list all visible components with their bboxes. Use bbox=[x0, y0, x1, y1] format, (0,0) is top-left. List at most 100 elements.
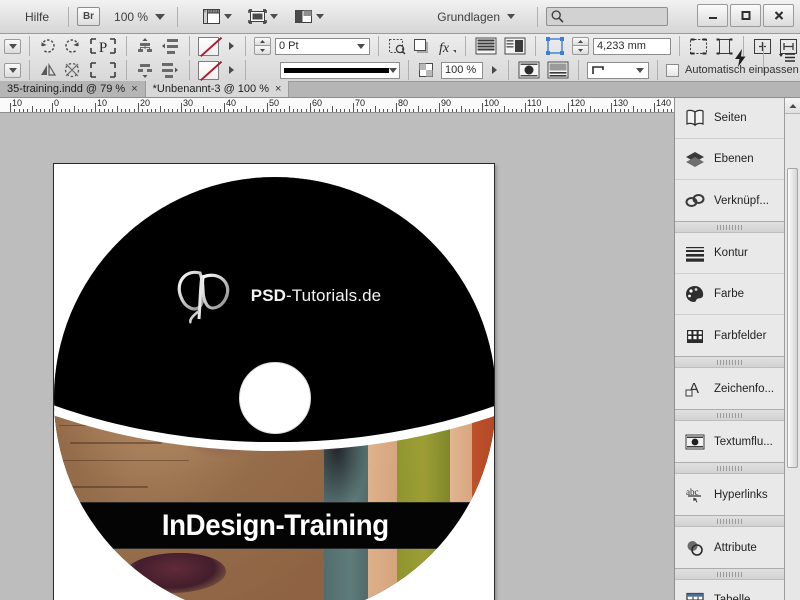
dock-item-kontur[interactable]: Kontur bbox=[675, 233, 784, 274]
search-input[interactable] bbox=[565, 10, 665, 23]
dock-item-label: Textumflu... bbox=[714, 435, 773, 448]
rotate-ccw-icon[interactable] bbox=[62, 36, 82, 56]
svg-text:fx: fx bbox=[439, 41, 450, 56]
scroll-up-button[interactable] bbox=[785, 98, 800, 114]
fit-content-proportionally-icon[interactable] bbox=[474, 36, 498, 56]
dock-item-label: Farbe bbox=[714, 288, 745, 300]
minimize-button[interactable] bbox=[697, 4, 728, 27]
drop-shadow-icon[interactable] bbox=[412, 37, 432, 56]
close-icon[interactable]: × bbox=[275, 83, 281, 95]
dock-item-label: Seiten bbox=[714, 112, 747, 124]
dock-item-farbfelder[interactable]: Farbfelder bbox=[675, 315, 784, 356]
text-wrap-around-object-icon[interactable] bbox=[517, 60, 541, 80]
scrollbar-thumb[interactable] bbox=[787, 168, 798, 468]
align-right-icon[interactable] bbox=[159, 60, 181, 80]
screen-mode-button[interactable] bbox=[202, 8, 233, 25]
document-page[interactable]: PSD-Tutorials.de InDesign-Training bbox=[53, 163, 495, 600]
corner-radius-decrement[interactable] bbox=[572, 46, 589, 55]
ruler-minor-tick bbox=[99, 109, 101, 112]
cd-label-artwork[interactable]: PSD-Tutorials.de InDesign-Training bbox=[54, 177, 494, 600]
maximize-button[interactable] bbox=[730, 4, 761, 27]
close-icon[interactable]: × bbox=[131, 83, 137, 95]
vertical-scrollbar[interactable] bbox=[784, 98, 800, 600]
panel-group-grip[interactable] bbox=[675, 222, 784, 233]
opacity-field[interactable]: 100 % bbox=[441, 61, 483, 79]
dock-item-tabelle[interactable]: Tabelle bbox=[675, 580, 784, 600]
stroke-weight-field[interactable]: 0 Pt bbox=[275, 37, 370, 55]
reference-point-dropdown[interactable] bbox=[4, 38, 21, 54]
object-frame-icon[interactable]: P bbox=[88, 35, 118, 57]
corner-shape-dropdown[interactable] bbox=[587, 61, 649, 79]
close-button[interactable] bbox=[763, 4, 794, 27]
stroke-swatch-none[interactable] bbox=[198, 60, 219, 80]
fill-options-arrow-icon[interactable] bbox=[225, 40, 237, 52]
flip-horizontal-icon[interactable] bbox=[38, 60, 58, 80]
ruler-minor-tick bbox=[245, 106, 247, 112]
panel-group-grip[interactable] bbox=[675, 516, 784, 527]
zoom-level-dropdown[interactable]: 100 % bbox=[114, 10, 166, 24]
chevron-down-icon[interactable] bbox=[507, 14, 515, 19]
fit-frame-to-content-icon[interactable] bbox=[503, 36, 527, 56]
stroke-weight-increment[interactable] bbox=[254, 37, 271, 46]
corner-radius-increment[interactable] bbox=[572, 37, 589, 46]
panel-menu-icon[interactable] bbox=[778, 51, 796, 65]
effects-transparency-icon[interactable] bbox=[387, 37, 407, 56]
ruler-minor-tick bbox=[112, 109, 114, 112]
arrange-documents-button[interactable] bbox=[294, 8, 325, 25]
dock-item-seiten[interactable]: Seiten bbox=[675, 98, 784, 139]
rotate-cw-icon[interactable] bbox=[38, 36, 58, 56]
links-icon bbox=[683, 191, 707, 211]
document-tab-35-training[interactable]: 35-training.indd @ 79 % × bbox=[0, 81, 146, 97]
panel-group-grip[interactable] bbox=[675, 357, 784, 368]
fit-content-to-frame-icon[interactable] bbox=[688, 37, 709, 56]
search-box[interactable] bbox=[546, 7, 668, 26]
ruler-minor-tick bbox=[546, 106, 548, 112]
stroke-weight-decrement[interactable] bbox=[254, 46, 271, 55]
chevron-down-icon bbox=[260, 48, 265, 52]
panel-group-grip[interactable] bbox=[675, 569, 784, 580]
dock-item-ebenen[interactable]: Ebenen bbox=[675, 139, 784, 180]
corner-radius-field[interactable]: 4,233 mm bbox=[593, 37, 671, 55]
dock-item-hyperlinks[interactable]: abc Hyperlinks bbox=[675, 474, 784, 515]
stroke-style-dropdown[interactable] bbox=[280, 61, 400, 79]
corner-options-icon[interactable] bbox=[544, 36, 566, 56]
dock-item-textumflu[interactable]: Textumflu... bbox=[675, 421, 784, 462]
panel-group-grip[interactable] bbox=[675, 410, 784, 421]
workspace-label[interactable]: Grundlagen bbox=[437, 10, 500, 24]
document-tab-unbenannt-3[interactable]: *Unbenannt-3 @ 100 % × bbox=[145, 81, 290, 97]
fx-icon[interactable]: fx bbox=[437, 37, 457, 56]
ruler-minor-tick bbox=[64, 109, 66, 112]
dock-item-verkn-pf[interactable]: Verknüpf... bbox=[675, 180, 784, 221]
align-left-icon[interactable] bbox=[159, 36, 181, 56]
maximize-icon bbox=[741, 11, 750, 20]
opacity-options-arrow-icon[interactable] bbox=[488, 64, 500, 76]
auto-fit-checkbox[interactable] bbox=[666, 63, 679, 77]
ruler-minor-tick bbox=[150, 109, 152, 112]
view-options-button[interactable] bbox=[248, 8, 279, 25]
color-palette-icon bbox=[683, 284, 707, 304]
object-frame-secondary-icon[interactable] bbox=[88, 59, 118, 81]
ruler-minor-tick bbox=[77, 109, 79, 112]
ruler-minor-tick bbox=[228, 109, 230, 112]
dock-item-farbe[interactable]: Farbe bbox=[675, 274, 784, 315]
menu-help[interactable]: Hilfe bbox=[14, 6, 60, 28]
stroke-options-arrow-icon[interactable] bbox=[225, 64, 237, 76]
horizontal-ruler[interactable]: 10 0 10 20 30 40 50 60 70 80 90 100 110 120 130 140 bbox=[0, 98, 690, 113]
flip-vertical-icon[interactable] bbox=[62, 60, 82, 80]
dock-item-zeichenfo[interactable]: A Zeichenfo... bbox=[675, 368, 784, 409]
canvas-area[interactable]: PSD-Tutorials.de InDesign-Training bbox=[0, 113, 674, 600]
align-top-icon[interactable] bbox=[135, 36, 155, 56]
panel-group-grip[interactable] bbox=[675, 463, 784, 474]
dock-item-attribute[interactable]: Attribute bbox=[675, 527, 784, 568]
transparency-grid-icon[interactable] bbox=[417, 61, 436, 79]
opacity-value: 100 % bbox=[445, 64, 477, 76]
lightning-icon[interactable] bbox=[731, 47, 749, 69]
fill-swatch-none[interactable] bbox=[198, 36, 219, 56]
align-bottom-icon[interactable] bbox=[135, 60, 155, 80]
ruler-tick-label: 20 bbox=[140, 98, 151, 108]
text-wrap-below-icon[interactable] bbox=[546, 60, 570, 80]
reference-point-secondary-dropdown[interactable] bbox=[4, 62, 21, 78]
bridge-button[interactable]: Br bbox=[77, 7, 101, 26]
ruler-tick-label: 70 bbox=[355, 98, 366, 108]
ruler-major-tick bbox=[654, 103, 655, 112]
